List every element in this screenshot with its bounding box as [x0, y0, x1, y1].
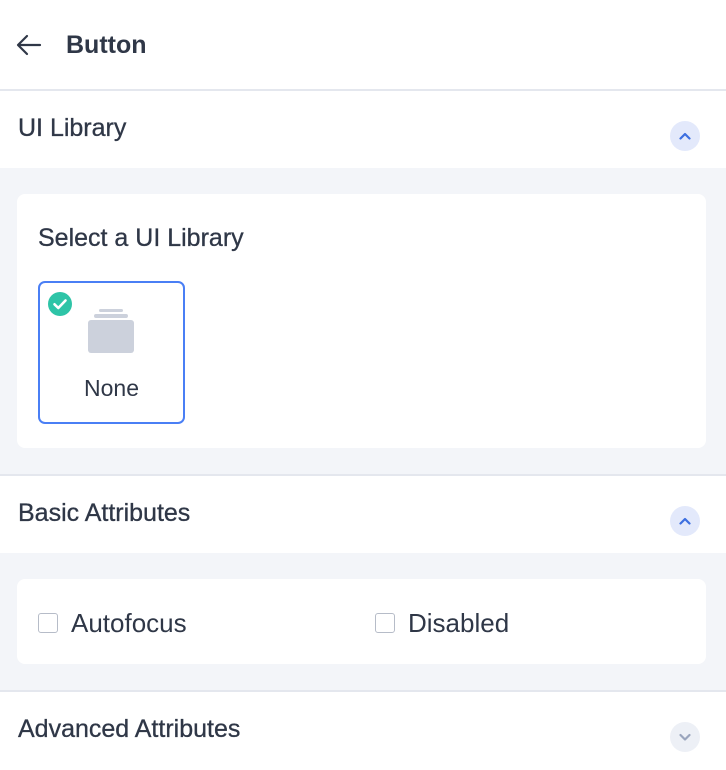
chevron-down-icon — [679, 733, 691, 741]
section-body-ui-library: Select a UI Library None — [0, 168, 726, 474]
chevron-up-icon — [679, 132, 691, 140]
expand-button[interactable] — [670, 722, 700, 752]
ui-library-card: Select a UI Library None — [17, 194, 706, 448]
stack-icon — [88, 309, 134, 353]
section-title: Advanced Attributes — [18, 715, 241, 743]
checkbox-box[interactable] — [38, 613, 58, 633]
checkbox-label: Disabled — [408, 608, 510, 638]
section-header-basic-attributes[interactable]: Basic Attributes — [0, 476, 726, 553]
arrow-left-icon — [16, 34, 42, 56]
checkbox-box[interactable] — [375, 613, 395, 633]
autofocus-checkbox[interactable]: Autofocus — [38, 607, 187, 639]
section-title: Basic Attributes — [18, 499, 191, 527]
chevron-up-icon — [679, 517, 691, 525]
ui-library-option-none[interactable]: None — [38, 281, 185, 424]
check-circle-icon — [48, 292, 72, 316]
collapse-button[interactable] — [670, 506, 700, 536]
option-label: None — [84, 375, 139, 401]
page-title: Button — [66, 31, 147, 59]
disabled-checkbox[interactable]: Disabled — [375, 607, 509, 639]
section-header-advanced-attributes[interactable]: Advanced Attributes — [0, 692, 726, 770]
back-button[interactable] — [14, 30, 44, 60]
section-header-ui-library[interactable]: UI Library — [0, 91, 726, 168]
section-body-basic-attributes: Autofocus Disabled — [0, 553, 726, 690]
collapse-button[interactable] — [670, 121, 700, 151]
card-title: Select a UI Library — [38, 224, 244, 252]
checkbox-label: Autofocus — [71, 608, 187, 638]
basic-attributes-card: Autofocus Disabled — [17, 579, 706, 664]
panel-header: Button — [0, 0, 726, 89]
section-title: UI Library — [18, 114, 127, 142]
